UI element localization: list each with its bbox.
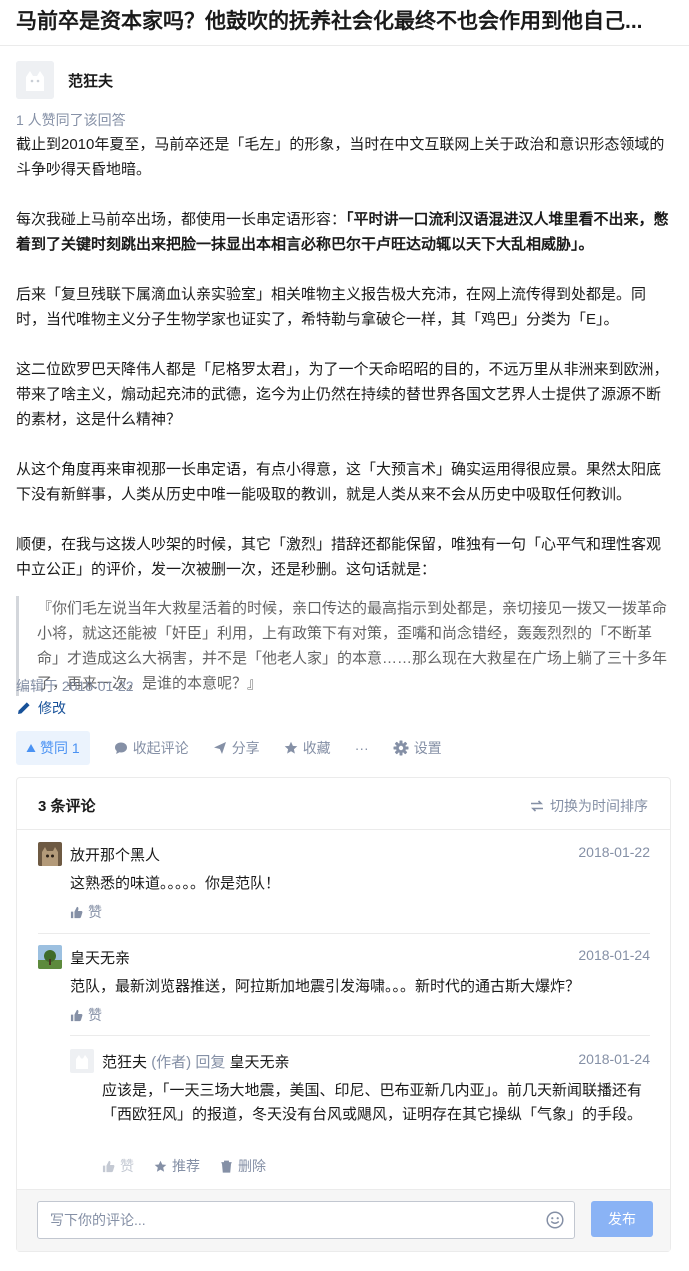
comment-composer: 发布 (17, 1189, 670, 1251)
thumb-up-icon (102, 1160, 115, 1172)
answer-text: 每次我碰上马前卒出场，都使用一长串定语形容： (16, 211, 347, 228)
share-label: 分享 (231, 740, 260, 756)
answer-paragraph: 这二位欧罗巴天降伟人都是「尼格罗太君」，为了一个天命昭昭的目的，不远万里从非洲来… (16, 361, 669, 428)
star-icon (154, 1160, 167, 1172)
answer-paragraph: 每次我碰上马前卒出场，都使用一长串定语形容：「平时讲一口流利汉语混进汉人堆里看不… (16, 207, 672, 257)
answer-paragraph: 顺便，在我与这拨人吵架的时候，其它「激烈」措辞还都能保留，唯独有一句「心平气和理… (16, 536, 662, 578)
switch-icon (531, 800, 543, 812)
comment-icon (114, 742, 127, 754)
comment-text: 这熟悉的味道。。。。。你是范队！ (70, 875, 281, 892)
collapse-comments-button[interactable]: 收起评论 (114, 738, 189, 758)
comment-text: 应该是，「一天三场大地震，美国、印尼、巴布亚新几内亚」。前几天新闻联播还有「西欧… (102, 1082, 643, 1123)
comment-divider (38, 933, 650, 934)
comment-reply-item: 范狂夫 (作者) 回复 皇天无亲 2018-01-24 应该是，「一天三场大地震… (70, 1049, 650, 1179)
commenter-name[interactable]: 皇天无亲 (70, 947, 130, 968)
comment-item: 放开那个黑人 2018-01-22 这熟悉的味道。。。。。你是范队！ 赞 (38, 842, 650, 924)
recommend-label: 推荐 (172, 1158, 200, 1174)
emoji-icon[interactable] (546, 1211, 564, 1229)
thumb-up-icon (70, 1009, 83, 1021)
collapse-comments-label: 收起评论 (132, 740, 189, 756)
reply-word: 回复 (195, 1054, 226, 1071)
cat-avatar-icon (38, 842, 62, 866)
comment-like-button[interactable]: 赞 (70, 902, 102, 922)
comments-header: 3 条评论 切换为时间排序 (17, 778, 670, 830)
default-avatar-icon (16, 61, 54, 99)
comments-panel: 3 条评论 切换为时间排序 放开那个黑人 2018-01-22 这熟悉的味道。。… (16, 777, 671, 1252)
reply-author-name[interactable]: 范狂夫 (102, 1054, 147, 1071)
comment-like-button[interactable]: 赞 (70, 1005, 102, 1025)
commenter-avatar[interactable] (70, 1049, 94, 1073)
reply-header: 范狂夫 (作者) 回复 皇天无亲 (102, 1051, 290, 1072)
author-avatar[interactable] (16, 61, 54, 99)
modify-label: 修改 (38, 700, 66, 716)
upvote-label: 赞同 1 (40, 740, 80, 756)
comment-like-label: 赞 (88, 904, 102, 920)
delete-icon (221, 1160, 232, 1173)
title-divider (0, 45, 689, 46)
reply-to-name[interactable]: 皇天无亲 (230, 1054, 290, 1071)
more-button[interactable]: ··· (355, 740, 369, 756)
comment-date: 2018-01-22 (578, 844, 650, 860)
answer-content: 截止到2010年夏至，马前卒还是「毛左」的形象，当时在中文互联网上关于政治和意识… (16, 132, 672, 706)
upvote-button[interactable]: 赞同 1 (16, 731, 90, 765)
landscape-avatar-icon (38, 945, 62, 969)
comment-item: 皇天无亲 2018-01-24 范队，最新浏览器推送，阿拉斯加地震引发海啸。。。… (38, 945, 650, 1027)
commenter-avatar[interactable] (38, 945, 62, 969)
recommend-button[interactable]: 推荐 (154, 1156, 200, 1176)
modify-link[interactable]: 修改 (16, 698, 66, 718)
delete-button[interactable]: 删除 (220, 1156, 266, 1176)
commenter-avatar[interactable] (38, 842, 62, 866)
share-button[interactable]: 分享 (213, 738, 260, 758)
thumb-up-icon (70, 906, 83, 918)
default-avatar-icon (70, 1049, 94, 1073)
comment-like-label: 赞 (120, 1158, 134, 1174)
more-label: ··· (354, 740, 369, 756)
sort-toggle-button[interactable]: 切换为时间排序 (530, 796, 648, 816)
comment-like-label: 赞 (88, 1007, 102, 1023)
comment-like-button[interactable]: 赞 (102, 1156, 134, 1176)
commenter-name[interactable]: 放开那个黑人 (70, 844, 160, 865)
author-name[interactable]: 范狂夫 (68, 70, 113, 91)
author-tag: (作者) (151, 1054, 192, 1071)
share-icon (213, 742, 226, 754)
sort-toggle-label: 切换为时间排序 (550, 798, 648, 814)
reply-divider (70, 1035, 650, 1036)
reply-actions: 赞 推荐 删除 (102, 1156, 286, 1176)
comment-input[interactable] (37, 1201, 575, 1239)
answer-paragraph: 后来「复旦残联下属滴血认亲实验室」相关唯物主义报告极大充沛，在网上流传得到处都是… (16, 286, 647, 328)
answer-paragraph: 从这个角度再来审视那一长串定语，有点小得意，这「大预言术」确实运用得很应景。果然… (16, 461, 662, 503)
settings-button[interactable]: 设置 (393, 738, 442, 758)
settings-label: 设置 (413, 740, 442, 756)
question-title[interactable]: 马前卒是资本家吗？他鼓吹的抚养社会化最终不也会作用到他自己... (16, 6, 680, 38)
comment-text: 范队，最新浏览器推送，阿拉斯加地震引发海啸。。。新时代的通古斯大爆炸？ (70, 978, 581, 995)
answer-action-bar: 赞同 1 收起评论 分享 收藏 ··· 设置 (16, 730, 466, 766)
edit-icon (18, 702, 30, 714)
favorite-button[interactable]: 收藏 (284, 738, 331, 758)
favorite-label: 收藏 (302, 740, 331, 756)
comment-count: 3 条评论 (38, 798, 96, 815)
edited-date[interactable]: 编辑于 2018-01-22 (16, 676, 134, 696)
comment-date: 2018-01-24 (578, 1051, 650, 1067)
delete-label: 删除 (238, 1158, 266, 1174)
triangle-up-icon (26, 744, 36, 752)
answer-paragraph: 截止到2010年夏至，马前卒还是「毛左」的形象，当时在中文互联网上关于政治和意识… (16, 136, 665, 178)
submit-comment-button[interactable]: 发布 (591, 1201, 653, 1237)
star-icon (284, 741, 297, 754)
comment-date: 2018-01-24 (578, 947, 650, 963)
gear-icon (393, 740, 409, 756)
vote-count-note[interactable]: 1 人赞同了该回答 (16, 110, 126, 130)
